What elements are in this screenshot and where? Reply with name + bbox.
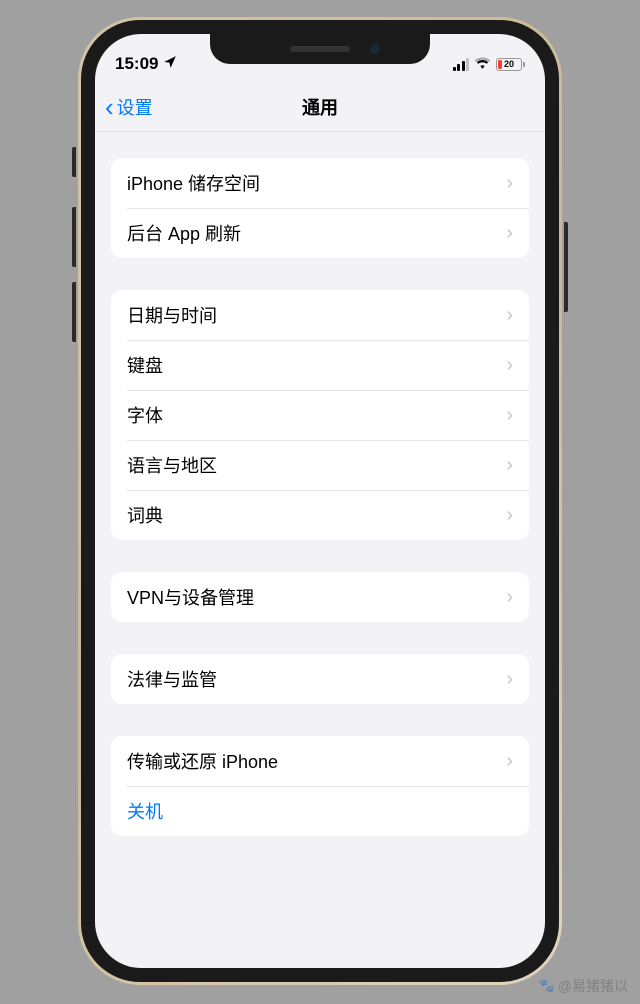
settings-row[interactable]: 词典 › <box>111 490 529 540</box>
settings-row[interactable]: 语言与地区 › <box>111 440 529 490</box>
chevron-right-icon: › <box>506 404 513 427</box>
power-button <box>564 222 568 312</box>
watermark: 🐾 @易猪猪以 <box>539 976 628 996</box>
settings-row[interactable]: 后台 App 刷新 › <box>111 208 529 258</box>
chevron-right-icon: › <box>506 354 513 377</box>
screen: 15:09 <box>95 34 545 968</box>
settings-row[interactable]: VPN与设备管理 › <box>111 572 529 622</box>
volume-up-button <box>72 207 76 267</box>
settings-row[interactable]: 字体 › <box>111 390 529 440</box>
chevron-right-icon: › <box>506 668 513 691</box>
row-label: 关机 <box>127 798 163 824</box>
paw-icon: 🐾 <box>539 978 555 994</box>
row-label: 语言与地区 <box>127 452 217 478</box>
wifi-icon <box>474 54 491 74</box>
settings-content[interactable]: iPhone 储存空间 › 后台 App 刷新 › 日期与时间 › 键盘 › 字体 › 语言与地区 ›… <box>95 132 545 968</box>
volume-down-button <box>72 282 76 342</box>
status-time: 15:09 <box>115 54 158 74</box>
chevron-right-icon: › <box>506 454 513 477</box>
settings-group: 传输或还原 iPhone › 关机 <box>111 736 529 836</box>
back-label: 设置 <box>117 94 153 120</box>
chevron-right-icon: › <box>506 750 513 773</box>
chevron-right-icon: › <box>506 504 513 527</box>
mute-switch <box>72 147 76 177</box>
settings-row[interactable]: iPhone 储存空间 › <box>111 158 529 208</box>
page-title: 通用 <box>302 94 338 120</box>
settings-row[interactable]: 关机 <box>111 786 529 836</box>
row-label: 后台 App 刷新 <box>127 220 241 246</box>
chevron-right-icon: › <box>506 586 513 609</box>
settings-group: VPN与设备管理 › <box>111 572 529 622</box>
settings-row[interactable]: 日期与时间 › <box>111 290 529 340</box>
row-label: 传输或还原 iPhone <box>127 748 278 774</box>
settings-row[interactable]: 传输或还原 iPhone › <box>111 736 529 786</box>
settings-group: 法律与监管 › <box>111 654 529 704</box>
navigation-bar: ‹ 设置 通用 <box>95 82 545 132</box>
row-label: VPN与设备管理 <box>127 584 254 610</box>
notch <box>210 34 430 64</box>
chevron-right-icon: › <box>506 172 513 195</box>
row-label: 键盘 <box>127 352 163 378</box>
row-label: 日期与时间 <box>127 302 217 328</box>
chevron-right-icon: › <box>506 304 513 327</box>
battery-indicator: 20 <box>496 58 525 71</box>
settings-group: 日期与时间 › 键盘 › 字体 › 语言与地区 › 词典 › <box>111 290 529 540</box>
row-label: 法律与监管 <box>127 666 217 692</box>
row-label: 词典 <box>127 502 163 528</box>
row-label: 字体 <box>127 402 163 428</box>
row-label: iPhone 储存空间 <box>127 170 260 196</box>
chevron-left-icon: ‹ <box>105 94 114 120</box>
cellular-signal-icon <box>453 58 470 71</box>
phone-frame: 15:09 <box>78 17 562 985</box>
settings-row[interactable]: 法律与监管 › <box>111 654 529 704</box>
settings-group: iPhone 储存空间 › 后台 App 刷新 › <box>111 158 529 258</box>
location-icon <box>163 54 177 74</box>
chevron-right-icon: › <box>506 222 513 245</box>
settings-row[interactable]: 键盘 › <box>111 340 529 390</box>
back-button[interactable]: ‹ 设置 <box>105 94 153 120</box>
